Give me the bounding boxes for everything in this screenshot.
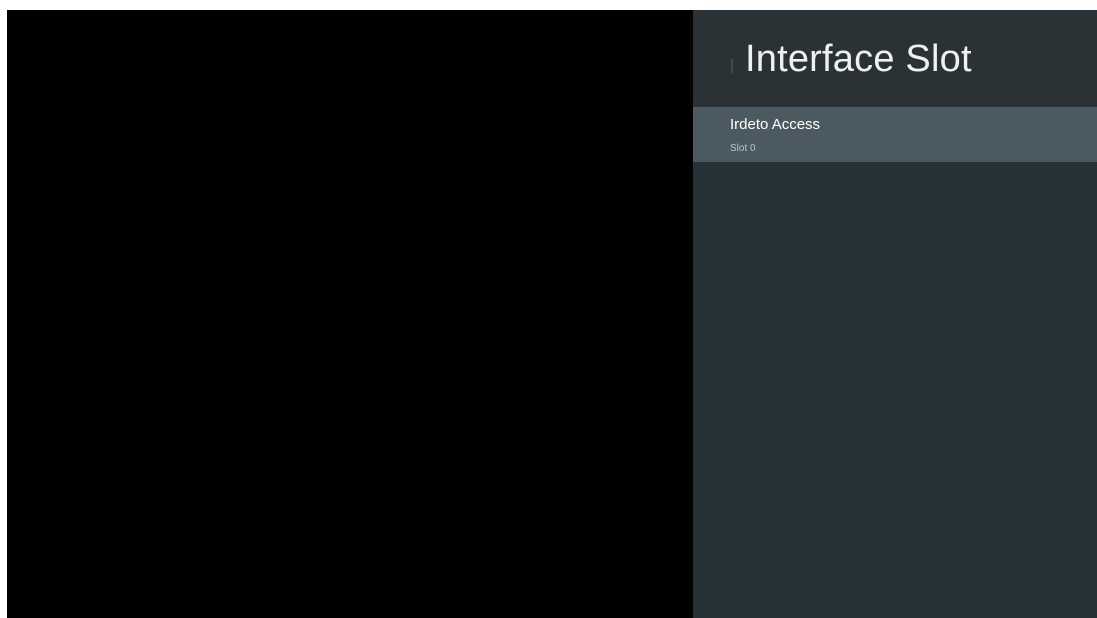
panel-title: Interface Slot xyxy=(745,38,972,80)
tv-screen: Interface Slot Irdeto Access Slot 0 xyxy=(7,10,1097,618)
settings-side-panel: Interface Slot Irdeto Access Slot 0 xyxy=(693,10,1097,618)
list-item-title: Irdeto Access xyxy=(730,116,821,133)
list-item-subtitle: Slot 0 xyxy=(730,143,756,154)
header-marker xyxy=(731,59,733,73)
video-preview-area xyxy=(7,10,693,618)
list-item-irdeto-access[interactable]: Irdeto Access Slot 0 xyxy=(693,107,1097,162)
slot-list: Irdeto Access Slot 0 xyxy=(693,107,1097,162)
panel-header: Interface Slot xyxy=(693,10,1097,105)
